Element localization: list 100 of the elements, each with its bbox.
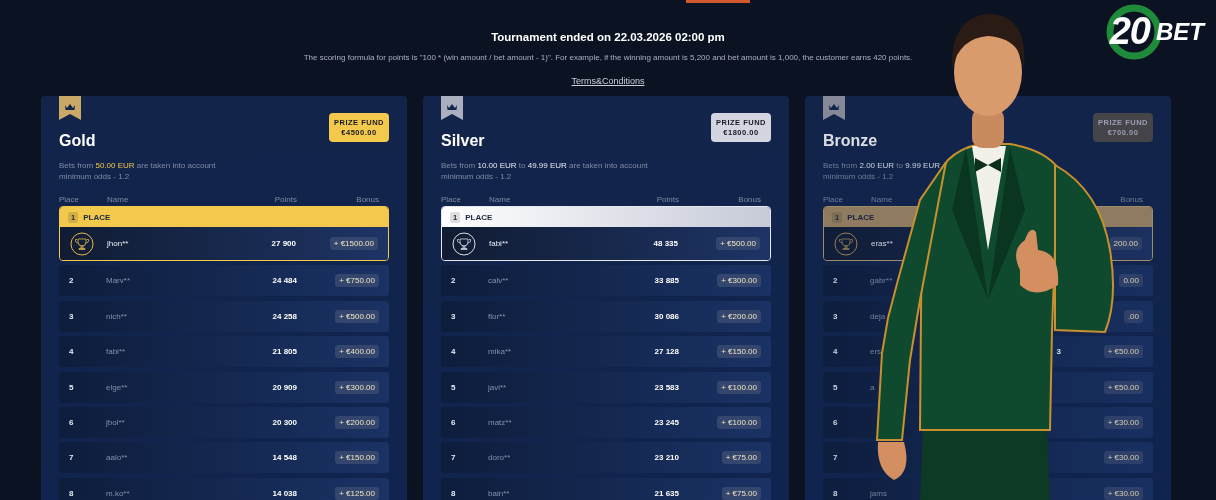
player-name: mika** <box>488 347 512 357</box>
player-name: jams <box>870 488 887 498</box>
points-value: 14 548 <box>272 453 297 463</box>
points-value: 27 128 <box>654 347 679 357</box>
player-name: elge** <box>106 382 128 392</box>
terms-link[interactable]: Terms&Conditions <box>571 76 645 86</box>
crown-ribbon-icon <box>59 96 81 120</box>
player-name: doro** <box>488 453 511 463</box>
column-header: Bonus <box>738 194 761 205</box>
place-number: 3 <box>69 311 74 321</box>
points-value: 23 583 <box>654 382 679 392</box>
player-name: jbol** <box>106 417 125 427</box>
bonus-badge: + €75.00 <box>721 451 761 465</box>
player-name: fabi** <box>106 347 126 357</box>
bonus-badge: + €30.00 <box>1103 486 1143 500</box>
bet-range-text: Bets from 2.00 EUR to 9.99 EUR <box>823 160 941 171</box>
tier-title: Bronze <box>823 131 878 151</box>
bonus-badge: + €150.00 <box>717 345 761 359</box>
trophy-icon <box>834 231 858 256</box>
points-value: 24 258 <box>272 311 297 321</box>
place-number: 6 <box>833 417 838 427</box>
points-value: 21 805 <box>272 347 297 357</box>
bet-range-text: Bets from 50.00 EUR are taken into account <box>59 160 217 171</box>
logo-text: BET <box>1156 17 1204 46</box>
player-name: a <box>870 382 875 392</box>
tier-title: Silver <box>441 131 485 151</box>
minimum-odds-text: minimum odds - 1.2 <box>441 171 513 182</box>
player-name: gabr** <box>870 276 893 286</box>
place-number: 8 <box>451 488 456 498</box>
place-number: 3 <box>833 311 838 321</box>
bonus-badge: + €150.00 <box>335 451 379 465</box>
place-number: 4 <box>451 347 456 357</box>
bonus-badge: 200.00 <box>1109 237 1142 250</box>
place-label: PLACE <box>83 212 111 222</box>
bonus-badge: + €50.00 <box>1103 345 1143 359</box>
player-name: javi** <box>488 382 507 392</box>
place-number: 7 <box>69 453 74 463</box>
bonus-badge: + €300.00 <box>335 380 379 394</box>
column-header: Bonus <box>356 194 379 205</box>
points-value: 20 300 <box>272 417 297 427</box>
points-value: 23 245 <box>654 417 679 427</box>
points-value: 33 885 <box>654 276 679 286</box>
bonus-badge: + €400.00 <box>335 345 379 359</box>
bonus-badge: + €50.00 <box>1103 380 1143 394</box>
column-header: Points <box>274 194 297 205</box>
place-number: 7 <box>451 453 456 463</box>
points-value: 20 909 <box>272 382 297 392</box>
player-name: matz** <box>488 417 512 427</box>
bonus-badge: + €30.00 <box>1103 415 1143 429</box>
minimum-odds-text: minimum odds - 1.2 <box>823 171 895 182</box>
player-name: m.ko** <box>106 488 130 498</box>
place-number: 4 <box>833 347 838 357</box>
place-number: 2 <box>69 276 74 286</box>
column-header: Place <box>441 194 461 205</box>
player-name: eras** <box>871 239 893 248</box>
player-name: jhon** <box>107 239 129 248</box>
place-number: 6 <box>451 417 456 427</box>
column-header: Name <box>871 194 893 205</box>
player-name: calv** <box>488 276 509 286</box>
bonus-badge: + €750.00 <box>335 274 379 288</box>
place-number: 7 <box>833 453 838 463</box>
place-number: 6 <box>69 417 74 427</box>
place-number: 2 <box>451 276 456 286</box>
column-header: Place <box>59 194 79 205</box>
scoring-formula: The scoring formula for points is "100 * (win amount / bet amount - 1)". For example, if the winning amount is 5,200 and bet amount is 1,000, the customer earns 420 points. <box>303 53 913 62</box>
bonus-badge: .00 <box>1123 309 1143 323</box>
player-name: flor** <box>488 311 506 321</box>
place-number: 8 <box>69 488 74 498</box>
column-header: Name <box>489 194 511 205</box>
logo-number: 20 <box>1109 10 1150 53</box>
place-number: 8 <box>833 488 838 498</box>
bonus-badge: + €30.00 <box>1103 451 1143 465</box>
crown-ribbon-icon <box>441 96 463 120</box>
place-number: 5 <box>451 382 456 392</box>
bonus-badge: + €500.00 <box>335 309 379 323</box>
player-name: deja <box>870 311 886 321</box>
bonus-badge: + €300.00 <box>717 274 761 288</box>
crown-ribbon-icon <box>823 96 845 120</box>
bonus-badge: + €500.00 <box>716 237 760 250</box>
trophy-icon <box>452 231 476 256</box>
bonus-badge: + €1500.00 <box>329 237 378 250</box>
points-value: 48 335 <box>653 239 678 248</box>
points-value: 23 210 <box>654 453 679 463</box>
bonus-badge: + €100.00 <box>717 415 761 429</box>
points-value: 3 <box>1056 347 1061 357</box>
place-number: 4 <box>69 347 74 357</box>
points-value: 30 086 <box>654 311 679 321</box>
column-header: Bonus <box>1120 194 1143 205</box>
points-value: 27 900 <box>271 239 296 248</box>
player-name: nich** <box>106 311 127 321</box>
bonus-badge: 0.00 <box>1119 274 1143 288</box>
tab-indicator <box>686 0 750 3</box>
player-name: Marv** <box>106 276 130 286</box>
column-header: Name <box>107 194 129 205</box>
place-number: 2 <box>833 276 838 286</box>
bonus-badge: + €75.00 <box>721 486 761 500</box>
player-name: fabi** <box>489 239 509 248</box>
place-number: 5 <box>833 382 838 392</box>
bonus-badge: + €200.00 <box>717 309 761 323</box>
place-label: PLACE <box>847 212 875 222</box>
